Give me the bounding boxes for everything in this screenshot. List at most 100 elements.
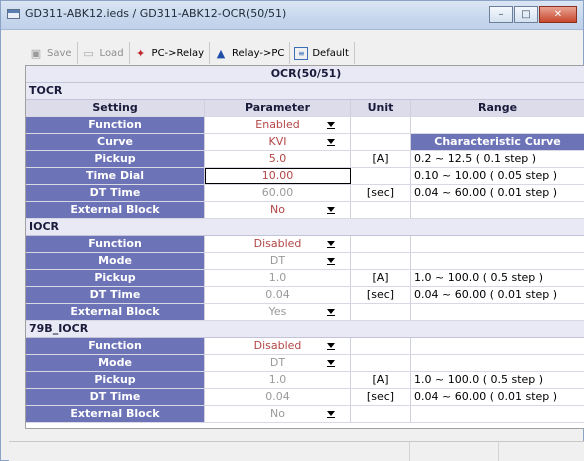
relay-to-pc-label: Relay->PC xyxy=(232,47,285,59)
parameter-value: KVI xyxy=(268,135,287,148)
unit-cell xyxy=(351,117,411,133)
dropdown-arrow-icon[interactable] xyxy=(326,255,336,266)
range-cell xyxy=(411,338,584,354)
setting-label: Function xyxy=(26,236,205,252)
unit-cell xyxy=(351,134,411,150)
table-row: External Block Yes xyxy=(26,304,584,321)
section-title-79b-iocr: 79B_IOCR xyxy=(26,321,584,338)
folder-icon: ▭ xyxy=(83,46,94,60)
range-cell: 0.04 ~ 60.00 ( 0.01 step ) xyxy=(411,287,584,303)
table-row: Time Dial 10.00 0.10 ~ 10.00 ( 0.05 step… xyxy=(26,168,584,185)
parameter-input[interactable]: 0.04 xyxy=(205,389,351,405)
table-header: Setting Parameter Unit Range xyxy=(26,100,584,117)
panel-title: OCR(50/51) xyxy=(26,66,584,83)
characteristic-curve-button[interactable]: Characteristic Curve xyxy=(411,134,584,150)
setting-label: External Block xyxy=(26,406,205,422)
parameter-dropdown[interactable]: No xyxy=(205,406,351,422)
minimize-button[interactable]: – xyxy=(489,6,513,23)
window-controls: – □ ✕ xyxy=(488,6,577,23)
unit-cell: [A] xyxy=(351,372,411,388)
dropdown-arrow-icon[interactable] xyxy=(326,408,336,419)
parameter-input[interactable]: 5.0 xyxy=(205,151,351,167)
parameter-input-active[interactable]: 10.00 xyxy=(205,168,351,184)
setting-label: Mode xyxy=(26,253,205,269)
parameter-dropdown[interactable]: Disabled xyxy=(205,338,351,354)
dropdown-arrow-icon[interactable] xyxy=(326,119,336,130)
header-setting: Setting xyxy=(26,100,205,116)
parameter-value: Enabled xyxy=(255,118,300,131)
dropdown-arrow-icon[interactable] xyxy=(326,136,336,147)
save-label: Save xyxy=(47,47,72,59)
setting-label: DT Time xyxy=(26,185,205,201)
close-button[interactable]: ✕ xyxy=(539,6,577,23)
setting-label: Curve xyxy=(26,134,205,150)
download-icon: ▲ xyxy=(216,46,226,60)
range-cell xyxy=(411,202,584,218)
table-row: Pickup 1.0 [A] 1.0 ~ 100.0 ( 0.5 step ) xyxy=(26,270,584,287)
parameter-dropdown[interactable]: Yes xyxy=(205,304,351,320)
unit-cell: [A] xyxy=(351,151,411,167)
range-cell: 1.0 ~ 100.0 ( 0.5 step ) xyxy=(411,372,584,388)
parameter-value: Disabled xyxy=(253,237,302,250)
parameter-value: DT xyxy=(269,356,286,369)
setting-label: Pickup xyxy=(26,151,205,167)
parameter-dropdown[interactable]: DT xyxy=(205,253,351,269)
toolbar: ▣ Save ▭ Load ✦ PC->Relay ▲ Relay->PC ≡ … xyxy=(25,41,355,65)
dropdown-arrow-icon[interactable] xyxy=(326,340,336,351)
range-cell xyxy=(411,236,584,252)
dropdown-arrow-icon[interactable] xyxy=(326,204,336,215)
range-cell: 0.10 ~ 10.00 ( 0.05 step ) xyxy=(411,168,584,184)
dropdown-arrow-icon[interactable] xyxy=(326,357,336,368)
section-title-tocr: TOCR xyxy=(26,83,584,100)
table-row: Function Disabled xyxy=(26,338,584,355)
table-row: Function Enabled xyxy=(26,117,584,134)
parameter-dropdown[interactable]: KVI xyxy=(205,134,351,150)
parameter-value: No xyxy=(270,203,285,216)
parameter-input[interactable]: 1.0 xyxy=(205,270,351,286)
setting-label: Function xyxy=(26,117,205,133)
table-row: Curve KVI Characteristic Curve xyxy=(26,134,584,151)
parameter-value: DT xyxy=(269,254,286,267)
setting-label: Pickup xyxy=(26,270,205,286)
dropdown-arrow-icon[interactable] xyxy=(326,238,336,249)
default-label: Default xyxy=(312,47,349,59)
upload-icon: ✦ xyxy=(135,46,146,60)
table-row: DT Time 0.04 [sec] 0.04 ~ 60.00 ( 0.01 s… xyxy=(26,287,584,304)
save-button[interactable]: ▣ Save xyxy=(25,42,78,64)
header-range: Range xyxy=(411,100,584,116)
setting-label: Time Dial xyxy=(26,168,205,184)
range-cell: 0.04 ~ 60.00 ( 0.01 step ) xyxy=(411,389,584,405)
parameter-dropdown[interactable]: Enabled xyxy=(205,117,351,133)
parameter-value: No xyxy=(270,407,285,420)
table-row: Function Disabled xyxy=(26,236,584,253)
status-pane xyxy=(410,442,499,461)
status-pane xyxy=(9,442,410,461)
maximize-button[interactable]: □ xyxy=(514,6,538,23)
parameter-input[interactable]: 60.00 xyxy=(205,185,351,201)
relay-to-pc-button[interactable]: ▲ Relay->PC xyxy=(210,42,291,64)
pc-to-relay-button[interactable]: ✦ PC->Relay xyxy=(130,42,211,64)
default-button[interactable]: ≡ Default xyxy=(290,42,355,64)
table-row: External Block No xyxy=(26,202,584,219)
load-button[interactable]: ▭ Load xyxy=(78,42,130,64)
setting-label: External Block xyxy=(26,304,205,320)
parameter-dropdown[interactable]: Disabled xyxy=(205,236,351,252)
range-cell: 1.0 ~ 100.0 ( 0.5 step ) xyxy=(411,270,584,286)
table-row: External Block No xyxy=(26,406,584,423)
dropdown-arrow-icon[interactable] xyxy=(326,306,336,317)
title-bar[interactable]: GD311-ABK12.ieds / GD311-ABK12-OCR(50/51… xyxy=(1,1,583,30)
parameter-dropdown[interactable]: DT xyxy=(205,355,351,371)
parameter-dropdown[interactable]: No xyxy=(205,202,351,218)
table-row: Pickup 5.0 [A] 0.2 ~ 12.5 ( 0.1 step ) xyxy=(26,151,584,168)
setting-label: DT Time xyxy=(26,287,205,303)
app-window-icon xyxy=(7,9,20,19)
unit-cell: [sec] xyxy=(351,389,411,405)
window-title: GD311-ABK12.ieds / GD311-ABK12-OCR(50/51… xyxy=(25,7,287,20)
setting-label: Function xyxy=(26,338,205,354)
parameter-input[interactable]: 1.0 xyxy=(205,372,351,388)
range-cell xyxy=(411,117,584,133)
table-row: Mode DT xyxy=(26,253,584,270)
parameter-input[interactable]: 0.04 xyxy=(205,287,351,303)
table-row: Mode DT xyxy=(26,355,584,372)
status-bar xyxy=(9,441,584,461)
